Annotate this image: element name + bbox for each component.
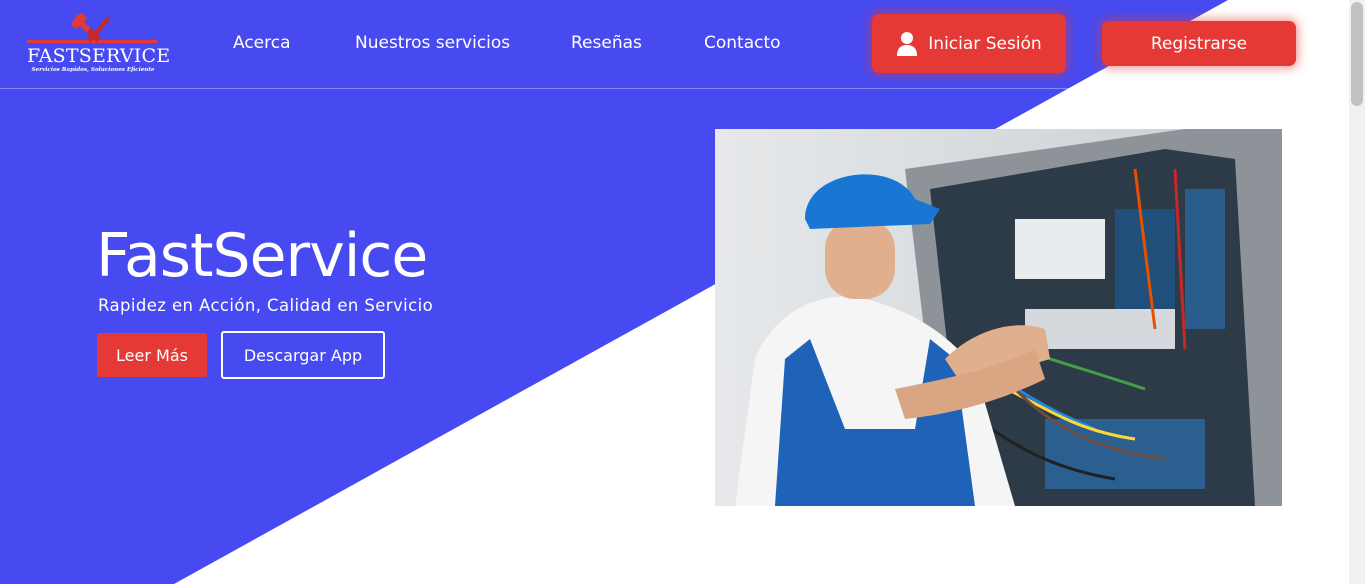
download-app-button[interactable]: Descargar App — [221, 331, 385, 379]
page: FASTSERVICE Servicios Rapidos, Solucione… — [0, 0, 1349, 584]
nav-link-resenas[interactable]: Reseñas — [571, 33, 642, 53]
navbar: FASTSERVICE Servicios Rapidos, Solucione… — [0, 0, 1349, 89]
wrench-icon — [27, 13, 157, 43]
logo-brand-name: FASTSERVICE — [27, 45, 171, 67]
login-label: Iniciar Sesión — [928, 33, 1042, 54]
electrician-photo — [715, 129, 1282, 506]
nav-link-nuestros-servicios[interactable]: Nuestros servicios — [355, 33, 510, 53]
hero-title: FastService — [96, 221, 428, 291]
logo-slogan: Servicios Rapidos, Soluciones Eficiente — [31, 67, 155, 73]
login-button[interactable]: Iniciar Sesión — [872, 14, 1066, 73]
read-more-button[interactable]: Leer Más — [97, 333, 207, 377]
user-icon — [896, 31, 918, 57]
nav-link-acerca[interactable]: Acerca — [233, 33, 291, 53]
scrollbar-thumb[interactable] — [1351, 2, 1363, 106]
nav-link-contacto[interactable]: Contacto — [704, 33, 781, 53]
hero-subtitle: Rapidez en Acción, Calidad en Servicio — [98, 296, 434, 315]
register-button[interactable]: Registrarse — [1102, 21, 1296, 66]
logo[interactable]: FASTSERVICE Servicios Rapidos, Solucione… — [27, 13, 171, 77]
